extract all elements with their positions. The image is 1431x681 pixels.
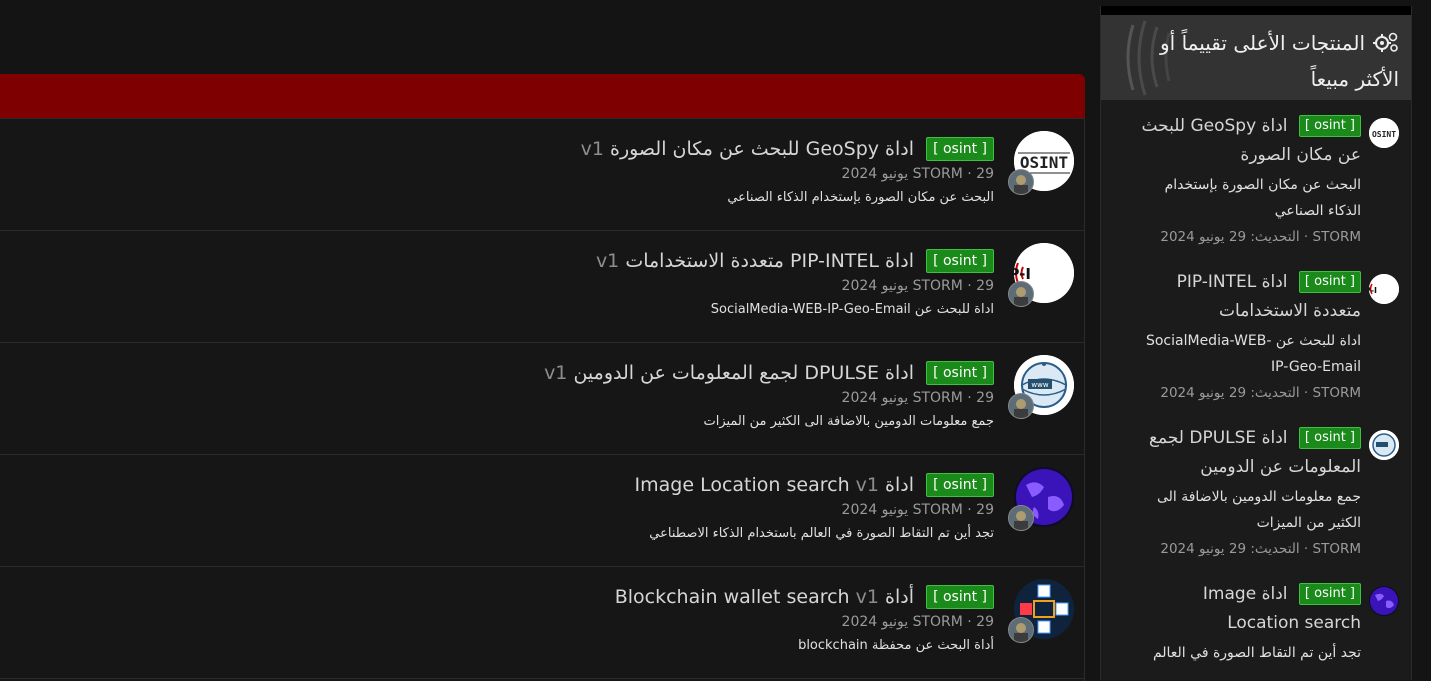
resource-title-line[interactable]: [ osint ] اداة DPULSE لجمع المعلومات عن … xyxy=(544,359,994,387)
sidebar-item[interactable]: OSINT [ osint ] اداة GeoSpy للبحث عن مكا… xyxy=(1101,104,1411,248)
resource-title-line[interactable]: [ osint ] أداة Blockchain wallet search … xyxy=(615,583,994,611)
sidebar-item-description: البحث عن مكان الصورة بإستخدام الذكاء الص… xyxy=(1164,177,1361,219)
prefix-badge[interactable]: [ osint ] xyxy=(1298,271,1361,293)
sidebar-item-title-line[interactable]: [ osint ] اداة PIP-INTEL متعددة الاستخدا… xyxy=(1141,268,1361,326)
list-header-bar xyxy=(0,74,1085,119)
resource-title[interactable]: اداة DPULSE لجمع المعلومات عن الدومين xyxy=(573,362,914,384)
resource-version: v1 xyxy=(544,362,568,384)
resource-meta: STORM · 29 يونيو 2024 xyxy=(841,502,994,518)
sidebar-title-text: المنتجات الأعلى تقييماً أو الأكثر مبيعاً xyxy=(1160,31,1399,91)
sidebar-item-title-line[interactable]: [ osint ] اداة GeoSpy للبحث عن مكان الصو… xyxy=(1141,112,1361,170)
resource-content: [ osint ] اداة PIP-INTEL متعددة الاستخدا… xyxy=(596,247,994,317)
resource-description: جمع معلومات الدومين بالاضافة الى الكثير … xyxy=(703,414,994,429)
author-avatar[interactable] xyxy=(1008,505,1034,531)
resource-content: [ osint ] أداة Blockchain wallet search … xyxy=(615,583,994,653)
osint-logo-text: OSINT xyxy=(1020,153,1068,172)
www-globe-icon[interactable] xyxy=(1369,430,1399,460)
resource-rows: OSINT [ osint ] اداة GeoSpy للبحث عن مكا… xyxy=(0,119,1085,681)
resource-row[interactable]: www [ osint ] اداة DPULSE لجمع المعلومات… xyxy=(0,343,1084,455)
resource-title-line[interactable]: [ osint ] اداة Image Location search v1 xyxy=(635,471,994,499)
prefix-badge[interactable]: [ osint ] xyxy=(926,473,994,497)
resource-version: v1 xyxy=(855,474,879,496)
www-logo-text: www xyxy=(1031,381,1048,389)
resource-title-line[interactable]: [ osint ] اداة GeoSpy للبحث عن مكان الصو… xyxy=(581,135,994,163)
svg-text:OSINT: OSINT xyxy=(1372,130,1396,139)
sidebar-title: المنتجات الأعلى تقييماً أو الأكثر مبيعاً xyxy=(1111,27,1399,96)
resource-title[interactable]: اداة PIP-INTEL متعددة الاستخدامات xyxy=(625,250,914,272)
osint-logo-icon[interactable]: OSINT xyxy=(1369,118,1399,148)
prefix-badge[interactable]: [ osint ] xyxy=(926,137,994,161)
cogs-icon xyxy=(1373,30,1399,63)
resource-row[interactable]: OSINT [ osint ] اداة GeoSpy للبحث عن مكا… xyxy=(0,119,1084,231)
resource-list: OSINT [ osint ] اداة GeoSpy للبحث عن مكا… xyxy=(0,74,1085,681)
resource-content: [ osint ] اداة Image Location search v1 … xyxy=(635,471,994,541)
prefix-badge[interactable]: [ osint ] xyxy=(926,585,994,609)
prefix-badge[interactable]: [ osint ] xyxy=(1298,583,1361,605)
svg-text:PIP-I: PIP-I xyxy=(1369,286,1377,295)
resource-row[interactable]: [ osint ] اداة Image Location search v1 … xyxy=(0,455,1084,567)
resource-title-line[interactable]: [ osint ] اداة PIP-INTEL متعددة الاستخدا… xyxy=(596,247,994,275)
sidebar-item-meta: STORM · التحديث: 29 يونيو 2024 xyxy=(1160,229,1361,245)
resource-title[interactable]: اداة GeoSpy للبحث عن مكان الصورة xyxy=(610,138,914,160)
sidebar-item-title-line[interactable]: [ osint ] اداة DPULSE لجمع المعلومات عن … xyxy=(1141,424,1361,482)
resource-meta: STORM · 29 يونيو 2024 xyxy=(841,614,994,630)
sidebar-item[interactable]: [ osint ] اداة DPULSE لجمع المعلومات عن … xyxy=(1101,416,1411,560)
sidebar-item[interactable]: [ osint ] اداة Image Location search تجد… xyxy=(1101,572,1411,666)
sidebar-item-description: اداة للبحث عن SocialMedia-WEB-IP-Geo-Ema… xyxy=(1145,333,1361,375)
purple-globe-icon[interactable] xyxy=(1369,586,1399,616)
pip-intel-logo-icon[interactable]: PIP-I xyxy=(1369,274,1399,304)
resource-meta: STORM · 29 يونيو 2024 xyxy=(841,166,994,182)
resource-description: أداة البحث عن محفظة blockchain xyxy=(798,638,994,653)
author-avatar[interactable] xyxy=(1008,617,1034,643)
resource-version: v1 xyxy=(580,138,604,160)
sidebar-top-border xyxy=(1101,6,1411,15)
resource-version: v1 xyxy=(595,250,620,272)
sidebar-item[interactable]: PIP-I [ osint ] اداة PIP-INTEL متعددة ال… xyxy=(1101,260,1411,404)
sidebar-item-meta: STORM · التحديث: 29 يونيو 2024 xyxy=(1160,541,1361,557)
resource-version: v1 xyxy=(855,586,879,608)
sidebar-item-title-line[interactable]: [ osint ] اداة Image Location search xyxy=(1141,580,1361,638)
resource-content: [ osint ] اداة DPULSE لجمع المعلومات عن … xyxy=(544,359,994,429)
resource-row[interactable]: PIP-I [ osint ] اداة PIP-INTEL متعددة ال… xyxy=(0,231,1084,343)
resource-meta: STORM · 29 يونيو 2024 xyxy=(841,278,994,294)
resource-description: البحث عن مكان الصورة بإستخدام الذكاء الص… xyxy=(727,190,994,205)
resource-description: اداة للبحث عن SocialMedia-WEB-IP-Geo-Ema… xyxy=(710,302,994,317)
resource-row[interactable]: [ osint ] أداة Blockchain wallet search … xyxy=(0,567,1084,679)
author-avatar[interactable] xyxy=(1008,169,1034,195)
prefix-badge[interactable]: [ osint ] xyxy=(1298,115,1361,137)
sidebar-item-description: جمع معلومات الدومين بالاضافة الى الكثير … xyxy=(1156,489,1361,531)
top-products-sidebar: المنتجات الأعلى تقييماً أو الأكثر مبيعاً… xyxy=(1100,6,1412,680)
author-avatar[interactable] xyxy=(1008,393,1034,419)
resource-content: [ osint ] اداة GeoSpy للبحث عن مكان الصو… xyxy=(581,135,994,205)
resource-description: تجد أين تم التقاط الصورة في العالم باستخ… xyxy=(649,526,994,541)
resource-meta: STORM · 29 يونيو 2024 xyxy=(841,390,994,406)
prefix-badge[interactable]: [ osint ] xyxy=(926,249,994,273)
author-avatar[interactable] xyxy=(1008,281,1034,307)
sidebar-item-meta: STORM · التحديث: 29 يونيو 2024 xyxy=(1160,385,1361,401)
sidebar-header: المنتجات الأعلى تقييماً أو الأكثر مبيعاً xyxy=(1101,15,1411,100)
prefix-badge[interactable]: [ osint ] xyxy=(926,361,994,385)
sidebar-item-description: تجد أين تم التقاط الصورة في العالم xyxy=(1152,645,1361,661)
prefix-badge[interactable]: [ osint ] xyxy=(1298,427,1361,449)
